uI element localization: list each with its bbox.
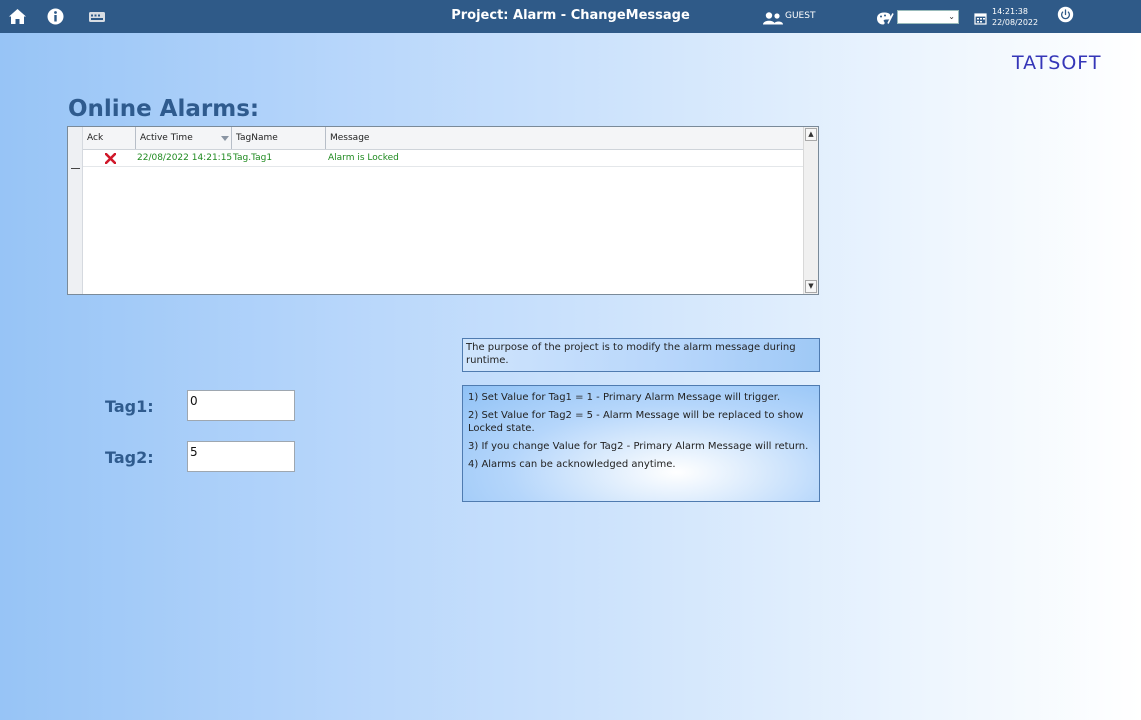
clock-date: 22/08/2022 [992, 18, 1039, 27]
message-cell: Alarm is Locked [328, 153, 399, 163]
column-header-label: Message [330, 133, 370, 143]
home-icon[interactable] [8, 8, 27, 25]
purpose-box: The purpose of the project is to modify … [462, 338, 820, 372]
power-icon[interactable] [1055, 6, 1076, 23]
clock-time: 14:21:38 [992, 7, 1028, 16]
column-header-message[interactable]: Message [325, 127, 801, 149]
palette-icon[interactable] [876, 10, 894, 27]
alarm-grid[interactable]: Ack Active Time TagName Message 22/08/20… [67, 126, 819, 295]
chevron-down-icon: ⌄ [948, 12, 955, 21]
top-bar: Project: Alarm - ChangeMessage GUEST ⌄ 1… [0, 0, 1141, 33]
grid-header: Ack Active Time TagName Message [83, 127, 803, 150]
instruction-step: 1) Set Value for Tag1 = 1 - Primary Alar… [468, 392, 781, 403]
column-header-label: Active Time [140, 133, 193, 143]
column-header-label: Ack [87, 133, 104, 143]
instructions-box: 1) Set Value for Tag1 = 1 - Primary Alar… [462, 385, 820, 502]
ack-cell[interactable] [103, 150, 123, 166]
scroll-down-button[interactable]: ▼ [805, 280, 817, 293]
tatsoft-logo: TATSOFT [1012, 52, 1102, 74]
scroll-up-button[interactable]: ▲ [805, 128, 817, 141]
info-icon[interactable] [47, 8, 64, 25]
current-row-marker [71, 168, 80, 169]
tag1-input[interactable]: 0 [187, 390, 295, 421]
active-time-cell: 22/08/2022 14:21:15 [137, 153, 233, 163]
table-row[interactable]: 22/08/2022 14:21:15 Tag.Tag1 Alarm is Lo… [83, 150, 803, 167]
purpose-text: The purpose of the project is to modify … [466, 342, 796, 366]
tag2-label: Tag2: [105, 448, 154, 467]
tag2-input[interactable]: 5 [187, 441, 295, 472]
row-header-strip [68, 127, 83, 294]
keyboard-icon[interactable] [88, 8, 106, 25]
online-alarms-heading: Online Alarms: [68, 96, 260, 122]
tagname-cell: Tag.Tag1 [233, 153, 273, 163]
tag1-label: Tag1: [105, 397, 154, 416]
grid-scrollbar[interactable]: ▲ ▼ [803, 127, 818, 294]
ack-x-icon[interactable] [104, 152, 117, 165]
user-name[interactable]: GUEST [785, 11, 815, 21]
project-title-wrap: Project: Alarm - ChangeMessage [0, 8, 1141, 23]
users-icon[interactable] [763, 10, 783, 27]
column-header-ack[interactable]: Ack [83, 127, 135, 149]
column-header-tagname[interactable]: TagName [231, 127, 325, 149]
theme-select[interactable]: ⌄ [897, 10, 959, 24]
column-header-label: TagName [236, 133, 278, 143]
sort-descending-icon [221, 136, 229, 141]
column-header-active-time[interactable]: Active Time [135, 127, 231, 149]
instruction-step: 3) If you change Value for Tag2 - Primar… [468, 441, 809, 452]
project-title: Project: Alarm - ChangeMessage [451, 8, 690, 23]
instruction-step: 2) Set Value for Tag2 = 5 - Alarm Messag… [468, 410, 804, 434]
calendar-icon [974, 13, 987, 25]
instruction-step: 4) Alarms can be acknowledged anytime. [468, 459, 676, 470]
